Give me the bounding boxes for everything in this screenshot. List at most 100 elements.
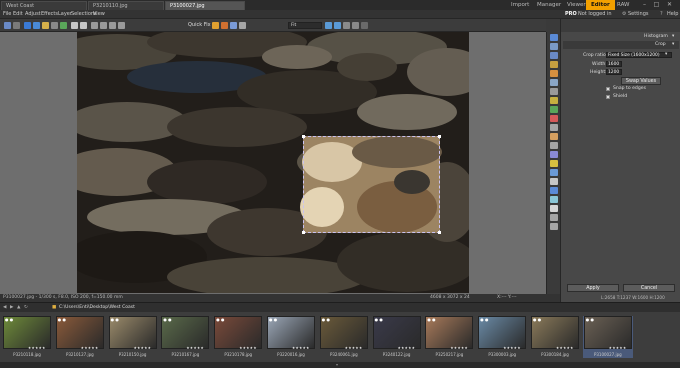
zoom-in-icon[interactable]	[325, 22, 332, 29]
thumbnail[interactable]: ● ● ★★★★★ P3300184.jpg	[530, 316, 580, 358]
crop-handle-top-right[interactable]	[438, 135, 441, 138]
save-icon[interactable]	[24, 22, 31, 29]
apply-button[interactable]: Apply	[567, 284, 619, 292]
tab-west-coast[interactable]: West Coast	[1, 1, 87, 10]
wand-icon[interactable]	[212, 22, 219, 29]
rotate-right-icon[interactable]	[100, 22, 107, 29]
settings-button[interactable]: Settings	[628, 11, 649, 17]
zoom-out-icon[interactable]	[334, 22, 341, 29]
close-icon[interactable]: ✕	[665, 1, 674, 9]
menu-edit[interactable]: Edit	[13, 11, 23, 17]
nav-up-icon[interactable]: ▲	[17, 305, 20, 310]
tool-heal-icon[interactable]	[550, 133, 558, 140]
cancel-button[interactable]: Cancel	[623, 284, 675, 292]
thumbnail[interactable]: ● ● ★★★★★ P3210150.jpg	[108, 316, 158, 358]
brush-icon[interactable]	[230, 22, 237, 29]
fullscreen-icon[interactable]	[361, 22, 368, 29]
tool-redeye-icon[interactable]	[550, 115, 558, 122]
thumbnail[interactable]: ● ● ★★★★★ P3240061.jpg	[319, 316, 369, 358]
zoom-select[interactable]: Fit	[288, 22, 322, 29]
back-icon[interactable]	[4, 22, 11, 29]
height-input[interactable]: 1200	[606, 69, 622, 75]
thumbnail[interactable]: ● ● ★★★★★ P3210167.jpg	[160, 316, 210, 358]
tool-levels-icon[interactable]	[550, 79, 558, 86]
tool-clone-icon[interactable]	[550, 124, 558, 131]
thumbnail[interactable]: ● ● ★★★★★ P3210178.jpg	[213, 316, 263, 358]
tool-develop-icon[interactable]	[550, 34, 558, 41]
print-icon[interactable]	[51, 22, 58, 29]
rating-stars-icon[interactable]: ★★★★★	[609, 346, 627, 350]
crop-handle-top-left[interactable]	[302, 135, 305, 138]
crop-selection[interactable]	[302, 135, 441, 234]
gear-icon[interactable]: ⚙	[622, 11, 626, 17]
chevron-down-icon[interactable]: ▾	[672, 34, 674, 39]
rating-stars-icon[interactable]: ★★★★★	[292, 346, 310, 350]
text-icon[interactable]	[239, 22, 246, 29]
rating-stars-icon[interactable]: ★★★★★	[239, 346, 257, 350]
rating-stars-icon[interactable]: ★★★★★	[556, 346, 574, 350]
quick-fix-button[interactable]: Quick Fix	[188, 22, 211, 28]
crop-header[interactable]: Crop	[655, 42, 666, 47]
tool-frame-icon[interactable]	[550, 187, 558, 194]
tool-select-icon[interactable]	[550, 52, 558, 59]
crop-handle-bottom-left[interactable]	[302, 231, 305, 234]
flip-icon[interactable]	[109, 22, 116, 29]
undo-icon[interactable]	[71, 22, 78, 29]
tool-light-icon[interactable]	[550, 160, 558, 167]
collapse-icon[interactable]: ▾	[336, 362, 338, 367]
crop-ratio-select[interactable]: Fixed Size (1600x1200)	[606, 52, 672, 58]
help-button[interactable]: Help	[667, 11, 678, 17]
rotate-left-icon[interactable]	[91, 22, 98, 29]
menu-file[interactable]: File	[3, 11, 11, 17]
login-status[interactable]: Not logged in	[578, 11, 612, 17]
width-input[interactable]: 1600	[606, 61, 622, 67]
tool-repair-icon[interactable]	[550, 43, 558, 50]
folder-path[interactable]: C:\Users\Enti\Desktop\West Coast	[59, 305, 135, 310]
chevron-down-icon[interactable]: ▾	[672, 42, 674, 47]
zoom-100-icon[interactable]	[343, 22, 350, 29]
save-as-icon[interactable]	[33, 22, 40, 29]
mode-raw[interactable]: RAW	[612, 0, 635, 10]
tool-hsl-icon[interactable]	[550, 106, 558, 113]
rating-stars-icon[interactable]: ★★★★★	[186, 346, 204, 350]
thumbnail[interactable]: ● ● ★★★★★ P3210127.jpg	[55, 316, 105, 358]
menu-effects[interactable]: Effects	[41, 11, 58, 17]
tool-curves-icon[interactable]	[550, 88, 558, 95]
tab-p3210110[interactable]: P3210110.jpg	[88, 1, 164, 10]
forward-icon[interactable]	[13, 22, 20, 29]
refresh-icon[interactable]: ↻	[24, 305, 28, 310]
tool-brightness-icon[interactable]	[550, 97, 558, 104]
menu-view[interactable]: View	[93, 11, 105, 17]
thumbnail[interactable]: ● ● ★★★★★ P3300003.jpg	[477, 316, 527, 358]
rating-stars-icon[interactable]: ★★★★★	[134, 346, 152, 350]
tool-border-icon[interactable]	[550, 178, 558, 185]
thumbnail[interactable]: ● ● ★★★★★ P3210118.jpg	[2, 316, 52, 358]
rating-stars-icon[interactable]: ★★★★★	[345, 346, 363, 350]
tab-p3100027[interactable]: P3100027.jpg	[165, 1, 245, 10]
tool-crop-icon[interactable]	[550, 205, 558, 212]
zoom-fit-icon[interactable]	[352, 22, 359, 29]
open-icon[interactable]	[42, 22, 49, 29]
rating-stars-icon[interactable]: ★★★★★	[81, 346, 99, 350]
tool-color-icon[interactable]	[550, 70, 558, 77]
redo-icon[interactable]	[80, 22, 87, 29]
rating-stars-icon[interactable]: ★★★★★	[503, 346, 521, 350]
histogram-header[interactable]: Histogram	[644, 34, 668, 39]
crop-handle-bottom-right[interactable]	[438, 231, 441, 234]
shield-checkbox[interactable]	[606, 95, 610, 99]
nav-back-icon[interactable]: ◀	[3, 305, 6, 310]
swap-values-button[interactable]: Swap Values	[621, 77, 661, 85]
mode-editor[interactable]: Editor	[586, 0, 615, 10]
mode-manager[interactable]: Manager	[532, 0, 566, 10]
tool-text-icon[interactable]	[550, 142, 558, 149]
thumbnail[interactable]: ● ● ★★★★★ P3100027.jpg	[582, 316, 633, 358]
tool-tilt-icon[interactable]	[550, 169, 558, 176]
rating-stars-icon[interactable]: ★★★★★	[28, 346, 46, 350]
mode-import[interactable]: Import	[506, 0, 534, 10]
tool-rotate-icon[interactable]	[550, 214, 558, 221]
resize-icon[interactable]	[118, 22, 125, 29]
minimize-icon[interactable]: –	[640, 1, 649, 9]
tool-straighten-icon[interactable]	[550, 223, 558, 230]
thumbnail[interactable]: ● ● ★★★★★ P3220016.jpg	[266, 316, 316, 358]
rating-stars-icon[interactable]: ★★★★★	[398, 346, 416, 350]
